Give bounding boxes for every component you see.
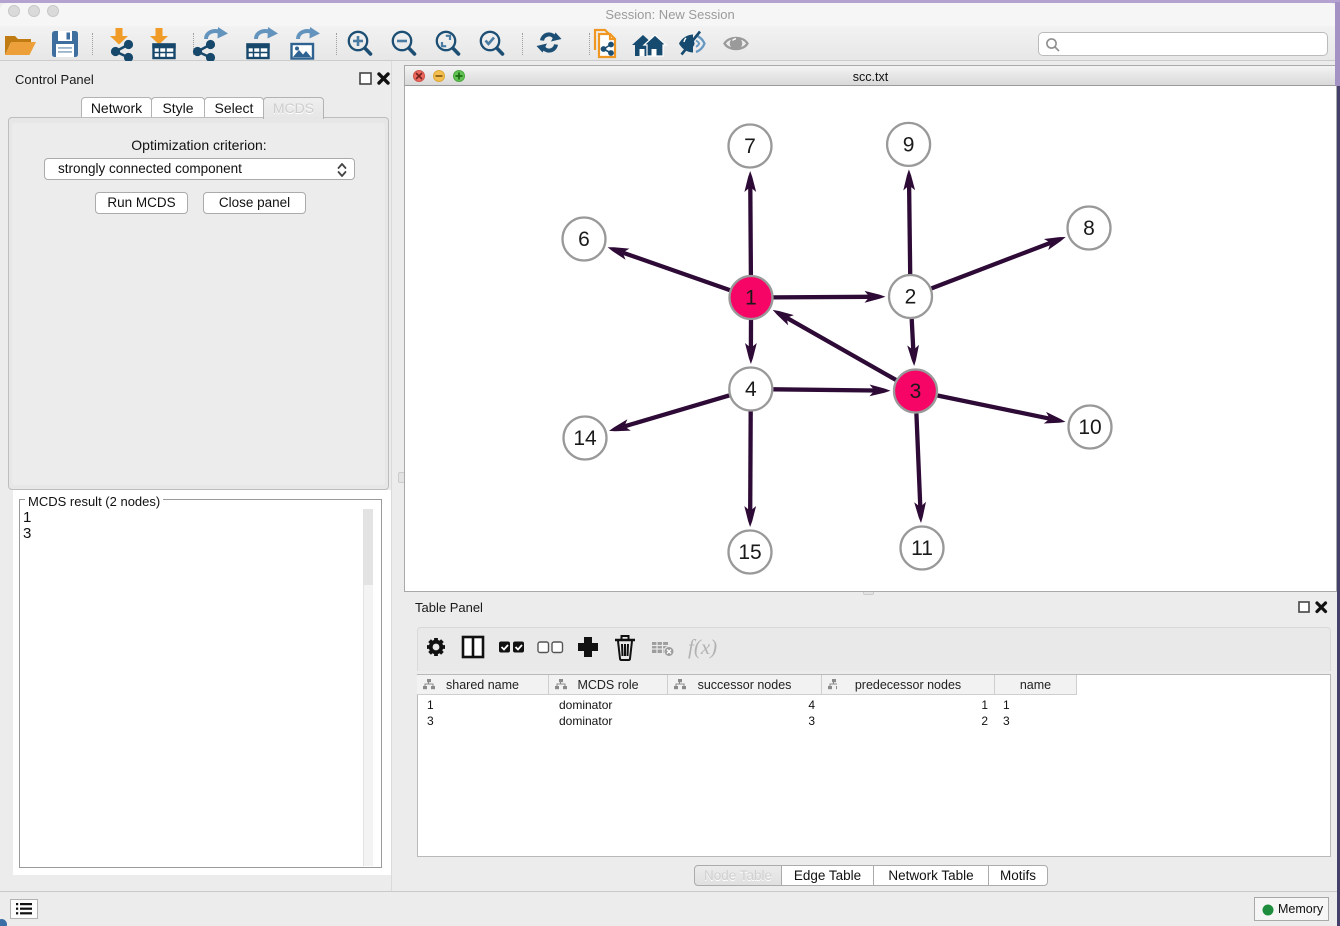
svg-text:8: 8: [1083, 217, 1095, 240]
svg-text:9: 9: [903, 133, 915, 156]
svg-text:6: 6: [578, 228, 590, 251]
svg-text:10: 10: [1078, 416, 1101, 439]
svg-text:f(x): f(x): [688, 635, 717, 659]
svg-text:2: 2: [905, 286, 917, 309]
svg-text:7: 7: [744, 135, 756, 158]
svg-text:11: 11: [911, 537, 933, 560]
svg-text:1: 1: [745, 287, 757, 310]
svg-text:14: 14: [573, 427, 597, 450]
svg-text:15: 15: [738, 541, 761, 564]
svg-text:3: 3: [910, 380, 922, 403]
svg-text:4: 4: [745, 378, 757, 401]
